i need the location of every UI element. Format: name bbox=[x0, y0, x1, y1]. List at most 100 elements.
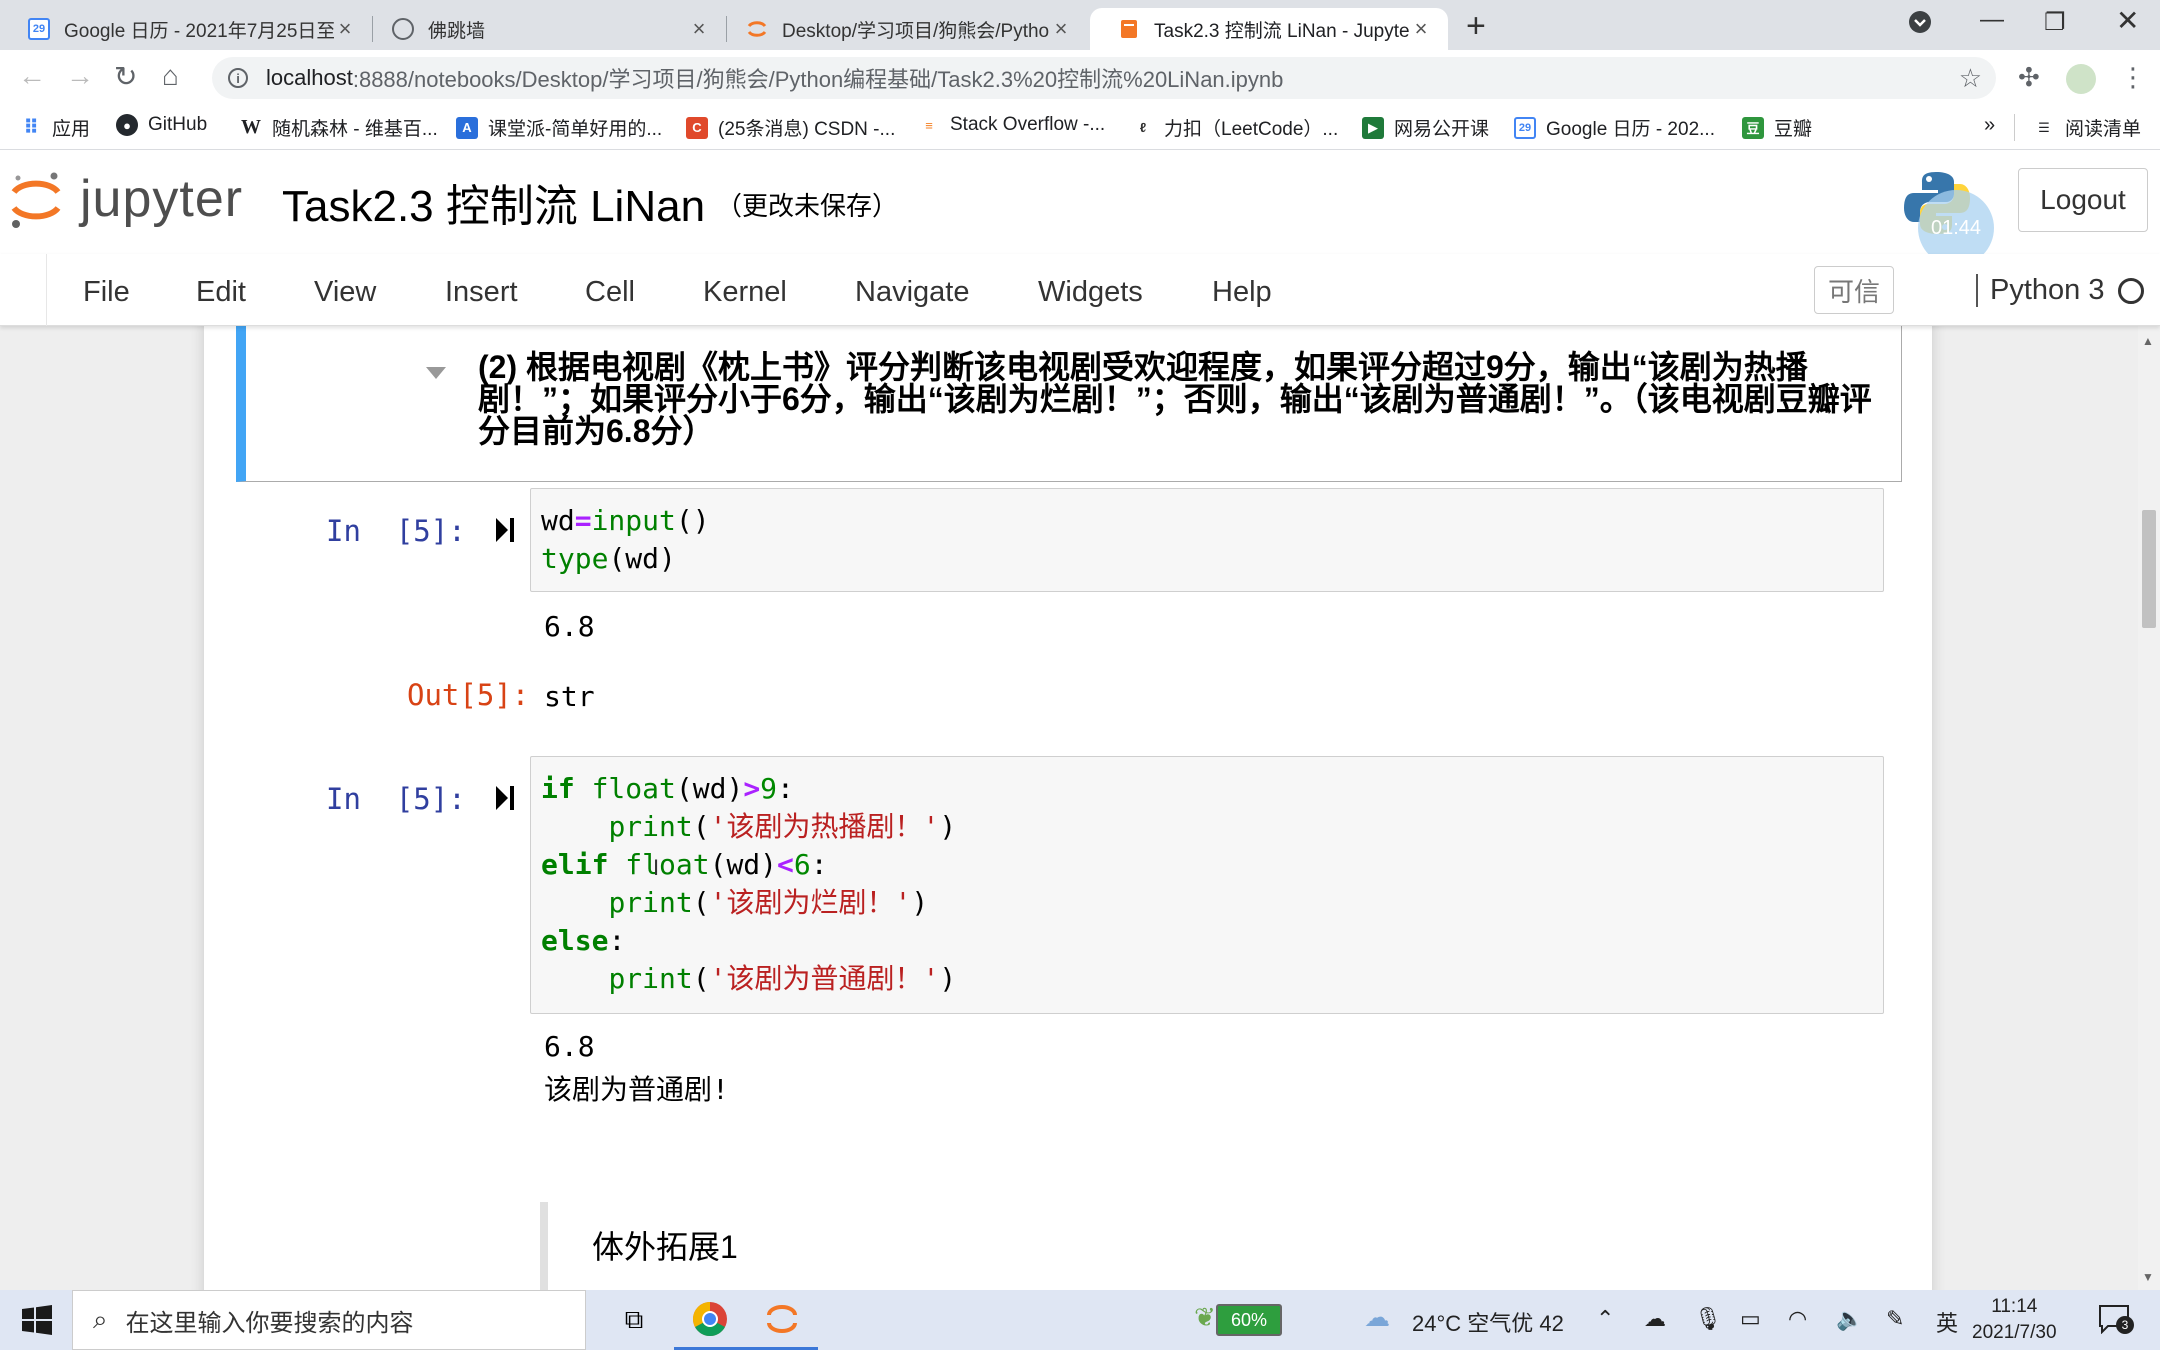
bookmark-google-calendar[interactable]: 29 Google 日历 - 202... bbox=[1514, 114, 1715, 141]
close-tab-icon[interactable]: × bbox=[1410, 16, 1432, 42]
apps-grid-icon: ⠿ bbox=[23, 117, 39, 139]
close-window-icon[interactable]: ✕ bbox=[2116, 4, 2139, 37]
globe-icon bbox=[392, 18, 414, 40]
extensions-puzzle-icon[interactable]: ✣ bbox=[2018, 62, 2040, 93]
markdown-cell-selected[interactable]: (2) 根据电视剧《枕上书》评分判断该电视剧受欢迎程度，如果评分超过9分，输出“… bbox=[236, 326, 1902, 482]
battery-indicator[interactable]: 60% bbox=[1216, 1304, 1282, 1336]
volume-icon[interactable]: 🔈 bbox=[1836, 1306, 1863, 1332]
bookmark-label: Google 日历 - 202... bbox=[1546, 119, 1715, 140]
page-scrollbar[interactable]: ▲ ▼ bbox=[2138, 326, 2160, 1290]
code-line: elif float(wd)<6: bbox=[541, 848, 828, 881]
scroll-up-icon[interactable]: ▲ bbox=[2142, 334, 2154, 348]
url-bar[interactable]: i localhost:8888/notebooks/Desktop/学习项目/… bbox=[212, 57, 1996, 99]
new-tab-button[interactable]: + bbox=[1466, 8, 1486, 44]
collapse-arrow-icon[interactable] bbox=[426, 367, 446, 379]
search-icon: ⌕ bbox=[93, 1304, 108, 1334]
tab-search-icon[interactable] bbox=[1908, 10, 1932, 41]
wifi-icon[interactable]: ◠ bbox=[1788, 1306, 1807, 1332]
code-line: wd=input() bbox=[541, 504, 710, 537]
bookmark-star-icon[interactable]: ☆ bbox=[1959, 63, 1982, 94]
forward-arrow-icon[interactable]: → bbox=[66, 60, 94, 92]
bookmark-netease[interactable]: ▶ 网易公开课 bbox=[1362, 114, 1489, 141]
microphone-icon[interactable]: 🎙 bbox=[1694, 1306, 1722, 1332]
reload-icon[interactable]: ↻ bbox=[114, 60, 137, 93]
bookmark-wikipedia[interactable]: W 随机森林 - 维基百... bbox=[240, 114, 438, 141]
bookmark-apps[interactable]: ⠿ 应用 bbox=[20, 114, 90, 141]
site-info-icon[interactable]: i bbox=[228, 68, 248, 88]
bookmark-label: 应用 bbox=[52, 119, 91, 140]
tab-fotiaoqiang[interactable]: 佛跳墙 × bbox=[364, 8, 726, 50]
cell1-code-editor[interactable]: wd=input() type(wd) bbox=[530, 488, 1884, 592]
bookmark-csdn[interactable]: C (25条消息) CSDN -... bbox=[686, 114, 895, 141]
menu-edit[interactable]: Edit bbox=[196, 276, 246, 309]
code-line: type(wd) bbox=[541, 542, 676, 575]
menu-file[interactable]: File bbox=[83, 276, 130, 309]
close-tab-icon[interactable]: × bbox=[1050, 16, 1072, 42]
input-method-indicator[interactable]: 英 bbox=[1936, 1306, 1958, 1338]
menu-cell[interactable]: Cell bbox=[585, 276, 635, 309]
menu-kebab-icon[interactable]: ⋮ bbox=[2120, 62, 2146, 93]
cell1-stdout: 6.8 bbox=[544, 610, 595, 643]
menu-widgets[interactable]: Widgets bbox=[1038, 276, 1143, 309]
bookmark-leetcode[interactable]: ℓ 力扣（LeetCode）... bbox=[1132, 114, 1338, 141]
weather-text[interactable]: 24°C 空气优 42 bbox=[1412, 1306, 1564, 1338]
bookmark-label: 随机森林 - 维基百... bbox=[272, 119, 438, 140]
task-view-icon[interactable]: ⧉ bbox=[604, 1290, 664, 1350]
tab-jupyter-tree[interactable]: Desktop/学习项目/狗熊会/Pytho × bbox=[718, 8, 1088, 50]
leaf-icon[interactable]: ❦ bbox=[1194, 1302, 1216, 1333]
tab-task-notebook[interactable]: Task2.3 控制流 LiNan - Jupyter × bbox=[1090, 8, 1448, 50]
address-toolbar: ← → ↻ ⌂ i localhost:8888/notebooks/Deskt… bbox=[0, 50, 2160, 106]
onedrive-icon[interactable]: ☁ bbox=[1644, 1306, 1666, 1332]
battery-tray-icon[interactable]: ▭ bbox=[1740, 1306, 1761, 1332]
bookmark-ketangpai[interactable]: A 课堂派-简单好用的... bbox=[456, 114, 662, 141]
tab-google-calendar[interactable]: 29 Google 日历 - 2021年7月25日至 × bbox=[0, 8, 372, 50]
run-cell-icon[interactable] bbox=[494, 516, 516, 544]
cell2-code-editor[interactable]: if float(wd)>9: print('该剧为热播剧！') elif fl… bbox=[530, 756, 1884, 1014]
menu-help[interactable]: Help bbox=[1212, 276, 1272, 309]
menu-insert[interactable]: Insert bbox=[445, 276, 518, 309]
chevron-up-icon[interactable]: ⌃ bbox=[1596, 1306, 1614, 1332]
menu-view[interactable]: View bbox=[314, 276, 376, 309]
taskbar-search-box[interactable]: ⌕ 在这里输入你要搜索的内容 bbox=[72, 1290, 586, 1350]
home-icon[interactable]: ⌂ bbox=[162, 60, 179, 92]
windows-start-icon[interactable] bbox=[22, 1305, 52, 1335]
restore-icon[interactable]: ❐ bbox=[2044, 8, 2066, 37]
bookmark-label: 网易公开课 bbox=[1394, 119, 1490, 140]
taskbar-clock[interactable]: 11:14 2021/7/30 bbox=[1972, 1294, 2057, 1346]
reading-list-icon: ☰ bbox=[2038, 119, 2050, 135]
jupyter-header: jupyter Task2.3 控制流 LiNan （更改未保存） 01:44 … bbox=[0, 150, 2160, 266]
notebook-title[interactable]: Task2.3 控制流 LiNan bbox=[282, 170, 705, 234]
text-cursor-icon: I bbox=[653, 855, 660, 880]
reading-list-button[interactable]: ☰ 阅读清单 bbox=[2014, 114, 2141, 141]
jupyter-logo[interactable]: jupyter bbox=[10, 168, 243, 230]
pen-icon[interactable]: ✎ bbox=[1886, 1306, 1904, 1332]
github-icon: ● bbox=[116, 114, 138, 136]
wikipedia-icon: W bbox=[241, 116, 261, 138]
back-arrow-icon[interactable]: ← bbox=[18, 60, 46, 92]
ketangpai-icon: A bbox=[456, 116, 478, 139]
cell1-result: str bbox=[544, 680, 595, 713]
bookmark-github[interactable]: ● GitHub bbox=[116, 114, 207, 136]
code-line: print('该剧为烂剧！') bbox=[608, 886, 929, 919]
chrome-taskbar-icon[interactable] bbox=[674, 1290, 746, 1350]
more-bookmarks-button[interactable]: » bbox=[1984, 114, 1995, 137]
logout-button[interactable]: Logout bbox=[2018, 168, 2148, 232]
weather-cloud-icon[interactable]: ☁ bbox=[1364, 1302, 1390, 1333]
trusted-indicator[interactable]: 可信 bbox=[1814, 266, 1894, 314]
close-tab-icon[interactable]: × bbox=[688, 16, 710, 42]
jupyter-taskbar-icon[interactable] bbox=[746, 1290, 818, 1350]
scroll-down-icon[interactable]: ▼ bbox=[2142, 1270, 2154, 1284]
menu-navigate[interactable]: Navigate bbox=[855, 276, 969, 309]
close-tab-icon[interactable]: × bbox=[334, 16, 356, 42]
profile-avatar[interactable] bbox=[2066, 64, 2096, 94]
bookmark-stackoverflow[interactable]: ≡ Stack Overflow -... bbox=[918, 114, 1105, 136]
stackoverflow-icon: ≡ bbox=[925, 117, 933, 133]
kernel-idle-indicator-icon bbox=[2118, 278, 2144, 304]
scrollbar-thumb[interactable] bbox=[2142, 510, 2156, 628]
run-cell-icon[interactable] bbox=[494, 784, 516, 812]
bookmark-douban[interactable]: 豆豆瓣 bbox=[1742, 114, 1812, 141]
minimize-icon[interactable]: — bbox=[1980, 6, 2004, 34]
menu-kernel[interactable]: Kernel bbox=[703, 276, 787, 309]
notification-center-icon[interactable]: 3 bbox=[2098, 1304, 2134, 1335]
kernel-name[interactable]: Python 3 bbox=[1976, 274, 2104, 307]
